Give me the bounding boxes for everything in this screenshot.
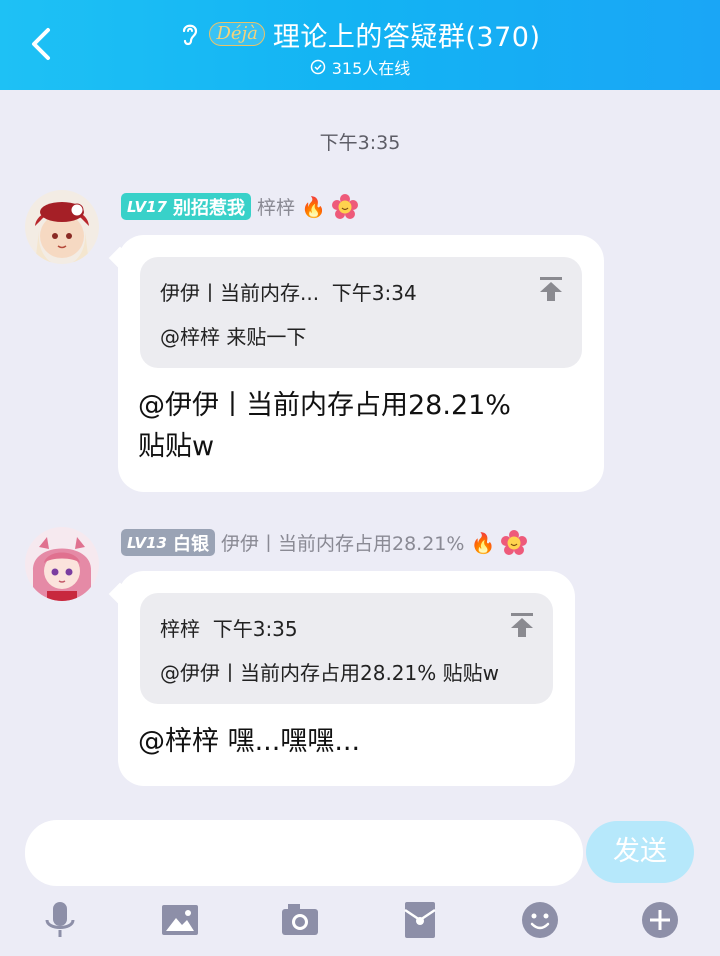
microphone-icon[interactable] bbox=[40, 900, 80, 940]
sender-name[interactable]: 梓梓 bbox=[257, 193, 295, 220]
level-badge: LV17 别招惹我 bbox=[121, 193, 251, 220]
jump-to-top-icon[interactable] bbox=[509, 611, 535, 639]
message-bubble[interactable]: 伊伊丨当前内存... 下午3:34 @梓梓 来贴一下 @伊伊丨当前内存占用28.… bbox=[118, 235, 604, 492]
avatar[interactable] bbox=[25, 190, 99, 264]
message-meta: LV17 别招惹我 梓梓 🔥 bbox=[121, 193, 358, 220]
red-packet-icon[interactable] bbox=[400, 900, 440, 940]
online-count: 315人在线 bbox=[331, 59, 411, 78]
message-timestamp: 下午3:35 bbox=[319, 132, 401, 154]
camera-icon[interactable] bbox=[280, 900, 320, 940]
sender-name[interactable]: 伊伊丨当前内存占用28.21% bbox=[221, 529, 464, 556]
chat-header: Déjà 理论上的答疑群(370) 315人在线 bbox=[0, 0, 720, 90]
message-text: @伊伊丨当前内存占用28.21% 贴贴w bbox=[138, 390, 511, 462]
level-badge: LV13 白银 bbox=[121, 529, 215, 556]
online-status[interactable]: 315人在线 bbox=[0, 55, 720, 79]
quote-text: @伊伊丨当前内存占用28.21% 贴贴w bbox=[160, 661, 499, 685]
send-button[interactable]: 发送 bbox=[586, 821, 694, 883]
group-title: 理论上的答疑群(370) bbox=[272, 21, 541, 53]
quote-header: 梓梓 下午3:35 bbox=[160, 617, 298, 641]
check-circle-icon bbox=[310, 59, 325, 75]
avatar[interactable] bbox=[25, 527, 99, 601]
message-bubble[interactable]: 梓梓 下午3:35 @伊伊丨当前内存占用28.21% 贴贴w @梓梓 嘿...嘿… bbox=[118, 571, 575, 786]
plus-icon[interactable] bbox=[640, 900, 680, 940]
flower-icon bbox=[331, 193, 358, 219]
jump-to-top-icon[interactable] bbox=[538, 275, 564, 303]
message-meta: LV13 白银 伊伊丨当前内存占用28.21% 🔥 bbox=[121, 529, 528, 556]
reply-quote[interactable]: 伊伊丨当前内存... 下午3:34 @梓梓 来贴一下 bbox=[140, 257, 582, 368]
image-icon[interactable] bbox=[160, 900, 200, 940]
flower-icon bbox=[501, 529, 528, 555]
group-logo: Déjà bbox=[209, 22, 265, 46]
quote-header: 伊伊丨当前内存... 下午3:34 bbox=[160, 281, 417, 305]
flame-icon: 🔥 bbox=[301, 194, 326, 219]
message-text: @梓梓 嘿...嘿嘿... bbox=[138, 726, 361, 757]
ear-icon bbox=[183, 24, 198, 46]
title-row[interactable]: Déjà 理论上的答疑群(370) bbox=[0, 14, 720, 54]
quote-text: @梓梓 来贴一下 bbox=[160, 325, 307, 349]
emoji-icon[interactable] bbox=[520, 900, 560, 940]
message-input[interactable] bbox=[25, 820, 583, 886]
reply-quote[interactable]: 梓梓 下午3:35 @伊伊丨当前内存占用28.21% 贴贴w bbox=[140, 593, 553, 704]
flame-icon: 🔥 bbox=[470, 530, 496, 555]
